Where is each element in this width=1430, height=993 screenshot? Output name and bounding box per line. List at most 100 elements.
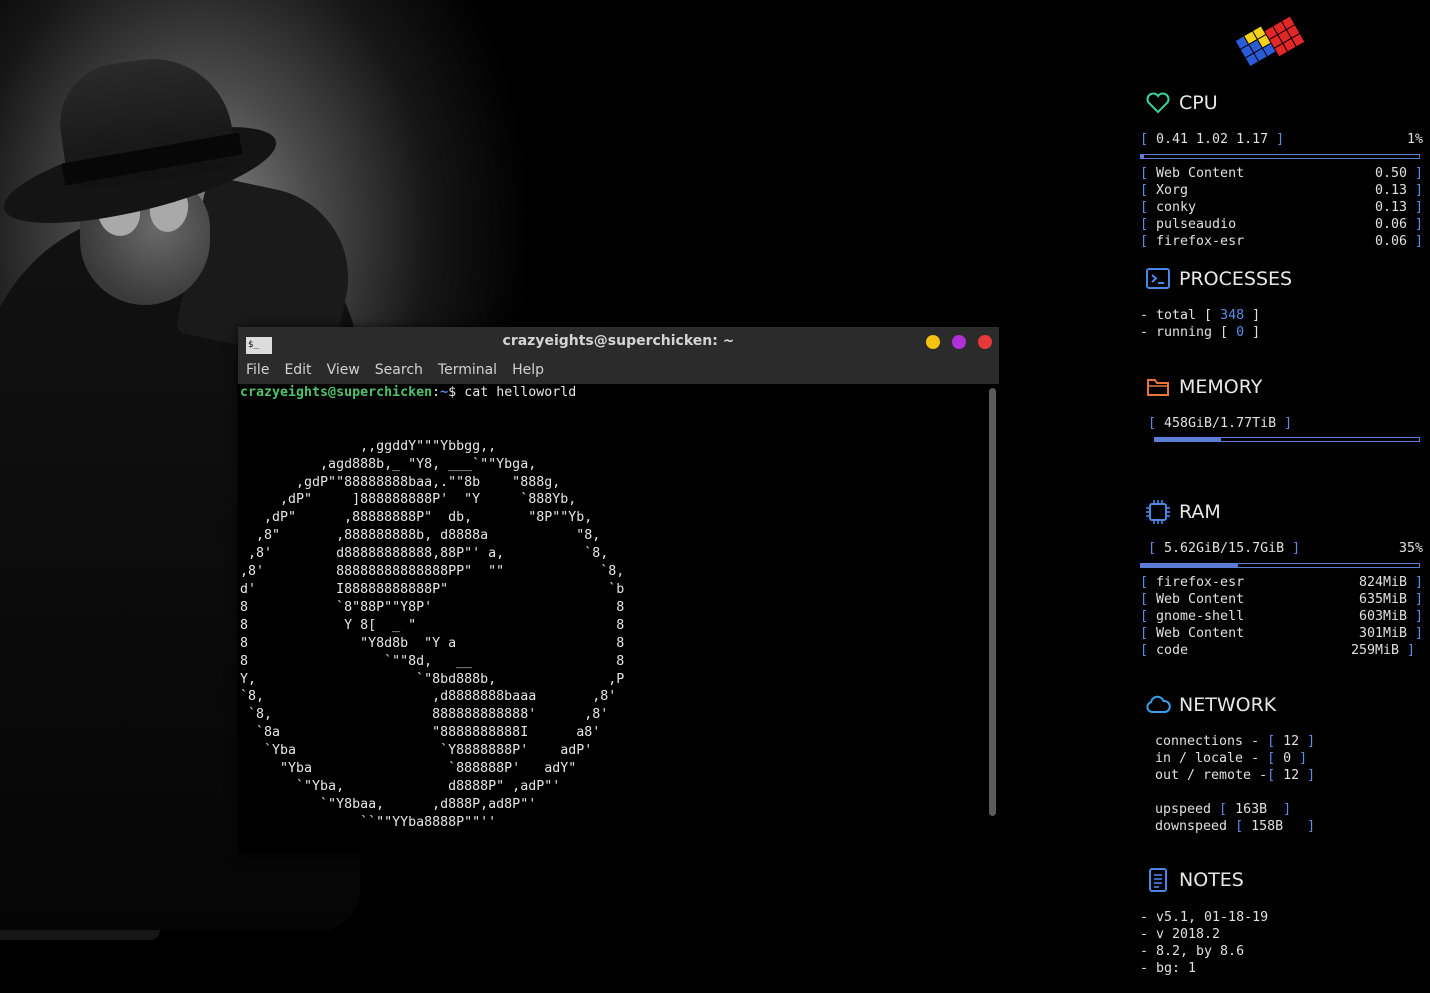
menu-file[interactable]: File (246, 362, 269, 378)
memory-usage-bar (1154, 437, 1420, 442)
menu-view[interactable]: View (327, 362, 360, 378)
cpu-process-name: Xorg (1156, 183, 1189, 198)
ram-process-row: [ code 259MiB ] (1140, 643, 1415, 658)
terminal-scrollbar[interactable] (989, 388, 996, 816)
terminal-body[interactable]: crazyeights@superchicken:~$ cat hellowor… (238, 384, 999, 854)
terminal-titlebar[interactable]: $_ crazyeights@superchicken: ~ (238, 327, 999, 356)
folder-icon (1147, 379, 1169, 396)
cpu-loadavg: 0.41 1.02 1.17 (1156, 132, 1269, 147)
ascii-art-output: ,,ggddY"""Ybbgg,, ,agd888b,_ "Y8, ___`""… (240, 438, 625, 830)
cpu-process-row: [ pulseaudio 0.06 ] (1140, 217, 1423, 232)
ram-process-row: [ Web Content 635MiB ] (1140, 592, 1423, 607)
processes-total-label: - total [ (1140, 308, 1221, 323)
ram-value: 5.62GiB/15.7GiB (1164, 541, 1285, 556)
menu-terminal[interactable]: Terminal (438, 362, 497, 378)
ram-process-name: Web Content (1156, 626, 1245, 641)
cpu-process-value: 0.13 (1374, 183, 1407, 198)
heart-icon (1146, 92, 1170, 114)
prompt-symbol: $ (448, 385, 465, 400)
cpu-title: CPU (1179, 92, 1218, 114)
cpu-process-value: 0.50 (1374, 166, 1407, 181)
cpu-process-row: [ Web Content 0.50 ] (1140, 166, 1423, 181)
terminal-window[interactable]: $_ crazyeights@superchicken: ~ File Edit… (238, 327, 999, 854)
ram-process-value: 259MiB (1350, 643, 1399, 658)
network-upspeed: 163B (1235, 802, 1268, 817)
processes-title: PROCESSES (1179, 268, 1293, 290)
close-button[interactable] (978, 335, 992, 349)
command-text: cat helloworld (464, 385, 577, 400)
network-downspeed: 158B (1251, 819, 1284, 834)
ram-process-row: [ gnome-shell 603MiB ] (1140, 609, 1423, 624)
menu-help[interactable]: Help (512, 362, 544, 378)
network-out-line: out / remote -[ 12 ] (1155, 768, 1316, 783)
network-in: 0 (1283, 751, 1292, 766)
ram-title: RAM (1179, 501, 1221, 523)
ram-usage-bar (1140, 563, 1420, 568)
cpu-usage-fill (1141, 155, 1144, 158)
ram-process-name: code (1156, 643, 1189, 658)
notes-item: - v 2018.2 (1140, 927, 1221, 942)
memory-header: MEMORY (1145, 374, 1262, 400)
menubar: File Edit View Search Terminal Help (238, 356, 999, 384)
cpu-process-name: Web Content (1156, 166, 1245, 181)
chip-icon (1146, 500, 1170, 524)
processes-running: 0 (1236, 325, 1245, 340)
conky-panel: CPU [ 0.41 1.02 1.17 ] 1% [ Web Content 0.… (1135, 0, 1430, 993)
ram-process-name: Web Content (1156, 592, 1245, 607)
network-in-line: in / locale - [ 0 ] (1155, 751, 1308, 766)
network-connections-line: connections - [ 12 ] (1155, 734, 1316, 749)
cpu-percent: 1% (1406, 132, 1423, 147)
memory-value: 458GiB/1.77TiB (1164, 416, 1277, 431)
menu-edit[interactable]: Edit (284, 362, 311, 378)
memory-value-line: [ 458GiB/1.77TiB ] (1148, 416, 1293, 431)
network-connections: 12 (1283, 734, 1300, 749)
cpu-process-name: pulseaudio (1156, 217, 1237, 232)
cloud-icon (1146, 695, 1171, 713)
rubiks-cube-logo (1235, 16, 1305, 67)
memory-title: MEMORY (1179, 376, 1263, 398)
cpu-process-name: firefox-esr (1156, 234, 1245, 249)
cpu-loadavg-line: [ 0.41 1.02 1.17 ] 1% (1140, 132, 1423, 147)
ram-process-value: 603MiB (1358, 609, 1407, 624)
cpu-header: CPU (1145, 90, 1218, 116)
minimize-button[interactable] (926, 335, 940, 349)
terminal-icon (1146, 268, 1170, 289)
processes-running-label: - running [ (1140, 325, 1237, 340)
maximize-button[interactable] (952, 335, 966, 349)
network-connections-label: connections - (1155, 734, 1268, 749)
cpu-process-value: 0.13 (1374, 200, 1407, 215)
network-out: 12 (1283, 768, 1300, 783)
processes-header: PROCESSES (1145, 266, 1292, 292)
prompt-user: crazyeights@superchicken (240, 385, 433, 400)
network-in-label: in / locale - (1155, 751, 1268, 766)
network-upspeed-label: upspeed (1155, 802, 1220, 817)
network-out-label: out / remote - (1155, 768, 1268, 783)
ram-process-row: [ firefox-esr 824MiB ] (1140, 575, 1423, 590)
cpu-process-value: 0.06 (1374, 234, 1407, 249)
ram-process-name: gnome-shell (1156, 609, 1245, 624)
window-title: crazyeights@superchicken: ~ (502, 333, 735, 349)
ram-process-value: 635MiB (1358, 592, 1407, 607)
processes-total-line: - total [ 348 ] (1140, 308, 1261, 323)
menu-search[interactable]: Search (375, 362, 423, 378)
ram-usage-fill (1141, 564, 1239, 567)
notes-item: - 8.2, by 8.6 (1140, 944, 1245, 959)
notes-item: - v5.1, 01-18-19 (1140, 910, 1269, 925)
ram-process-value: 824MiB (1358, 575, 1407, 590)
notes-title: NOTES (1179, 869, 1244, 891)
notes-icon (1149, 868, 1167, 892)
desktop: $_ crazyeights@superchicken: ~ File Edit… (0, 0, 1430, 993)
prompt-separator: : (432, 385, 441, 400)
memory-usage-fill (1155, 438, 1221, 441)
network-header: NETWORK (1145, 692, 1276, 718)
ram-header: RAM (1145, 499, 1221, 525)
network-downspeed-line: downspeed [ 158B ] (1155, 819, 1316, 834)
ram-percent: 35% (1398, 541, 1423, 556)
ram-process-name: firefox-esr (1156, 575, 1245, 590)
processes-running-line: - running [ 0 ] (1140, 325, 1261, 340)
terminal-output: crazyeights@superchicken:~$ cat hellowor… (240, 384, 624, 832)
ram-value-line: [ 5.62GiB/15.7GiB ] 35% (1148, 541, 1423, 556)
cpu-usage-bar (1140, 154, 1420, 159)
cpu-process-row: [ Xorg 0.13 ] (1140, 183, 1423, 198)
prompt-path: ~ (440, 385, 449, 400)
